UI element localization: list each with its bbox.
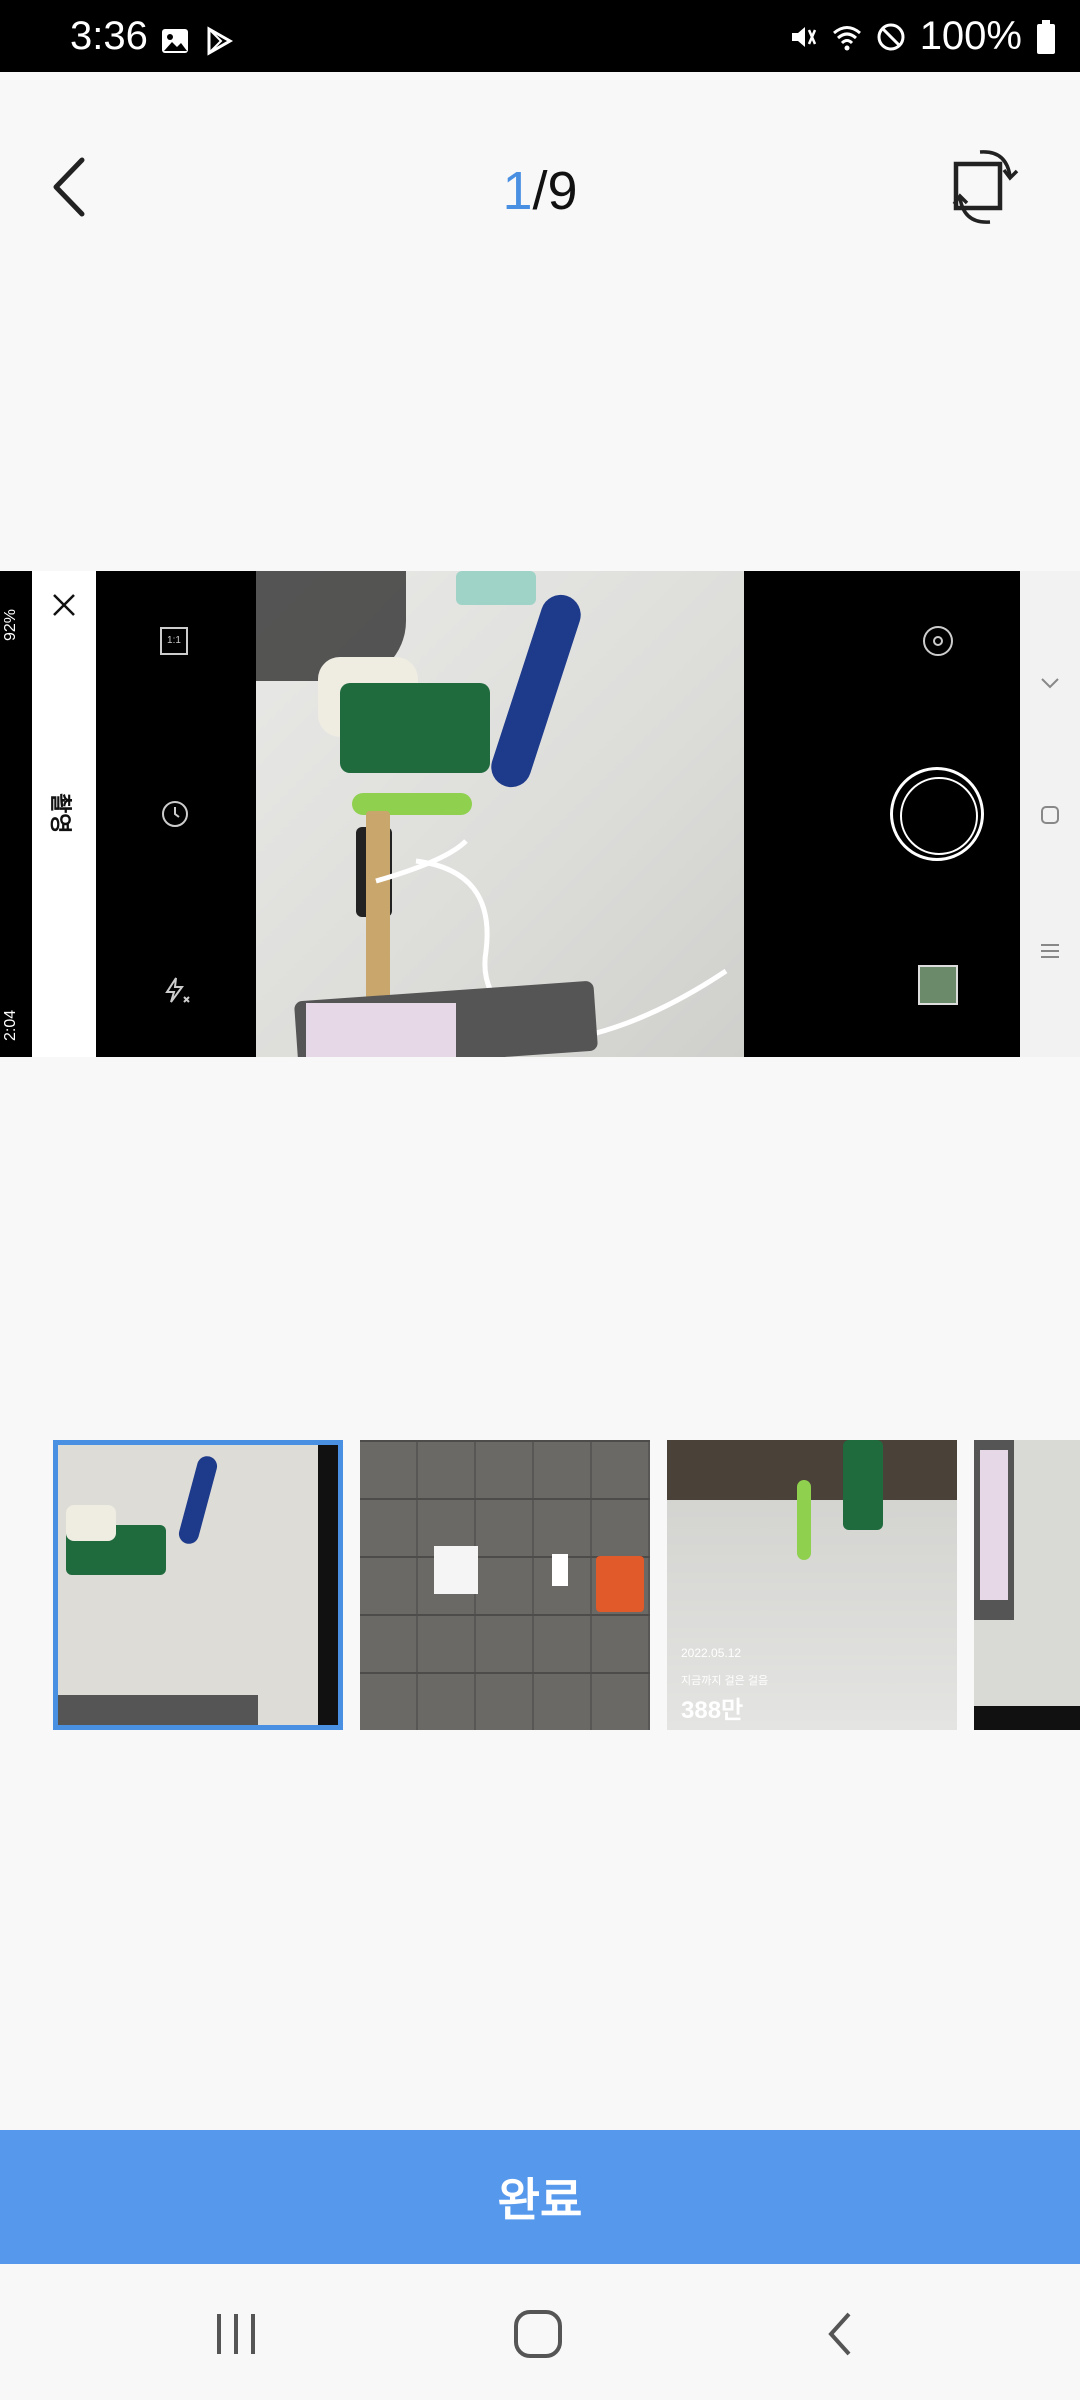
rotated-battery: 92% (2, 608, 19, 641)
camera-left-controls: 1:1 (96, 571, 256, 1057)
main-photo-preview[interactable]: 2:04 92% 촬영 1:1 (0, 571, 1080, 1057)
home-button[interactable] (503, 2304, 573, 2364)
recent-apps-button[interactable] (201, 2304, 271, 2364)
photo-scene (256, 571, 744, 1057)
timer-icon (162, 801, 188, 827)
battery-percent: 100% (919, 14, 1022, 58)
play-store-icon (207, 26, 234, 56)
status-indicators: 100% (788, 14, 1056, 59)
nav-back-button[interactable] (805, 2304, 875, 2364)
shutter-icon (890, 767, 984, 861)
thumbnail-4[interactable] (974, 1440, 1080, 1730)
camera-side-panel: 촬영 (32, 571, 96, 1057)
camera-mode-label: 촬영 (47, 793, 72, 834)
thumbnail-2[interactable] (360, 1440, 650, 1730)
ratio-icon: 1:1 (160, 627, 188, 655)
chevron-down-icon (1041, 678, 1059, 689)
rotated-nav-strip (1020, 571, 1080, 1057)
camera-right-controls (744, 571, 1020, 1057)
rotated-time: 2:04 (2, 1009, 19, 1041)
thumbnail-date: 2022.05.12 (681, 1646, 742, 1660)
thumbnail-subtitle: 지금까지 걸은 걸음 (681, 1675, 769, 1687)
mute-icon (791, 26, 816, 47)
flash-off-icon (165, 977, 190, 1003)
gallery-icon (162, 29, 188, 53)
wifi-icon (832, 25, 861, 50)
home-square-icon (1041, 806, 1059, 824)
status-time: 3:36 (70, 14, 148, 58)
done-button[interactable]: 완료 (0, 2130, 1080, 2264)
close-icon (53, 594, 75, 616)
switch-camera-icon (923, 626, 953, 656)
battery-icon (1037, 19, 1055, 54)
header: 1/9 (0, 72, 1080, 302)
page-counter: 1/9 (0, 160, 1080, 222)
rotated-status-strip: 2:04 92% (0, 571, 32, 1057)
total-pages: /9 (532, 161, 578, 221)
thumbnail-step-count: 388만 (681, 1697, 744, 1724)
thumbnail-strip[interactable]: 2022.05.12 지금까지 걸은 걸음 388만 (0, 1440, 1080, 1732)
gallery-thumbnail-icon (918, 965, 958, 1005)
rotate-button[interactable] (940, 142, 1030, 232)
current-page: 1 (502, 161, 533, 221)
recents-icon (1041, 944, 1059, 958)
system-nav-bar (0, 2264, 1080, 2400)
thumbnail-1[interactable] (53, 1440, 343, 1730)
thumbnail-3[interactable]: 2022.05.12 지금까지 걸은 걸음 388만 (667, 1440, 957, 1730)
status-bar: 3:36 100% (0, 0, 1080, 72)
notification-icons (160, 26, 234, 56)
do-not-disturb-icon (877, 23, 905, 50)
